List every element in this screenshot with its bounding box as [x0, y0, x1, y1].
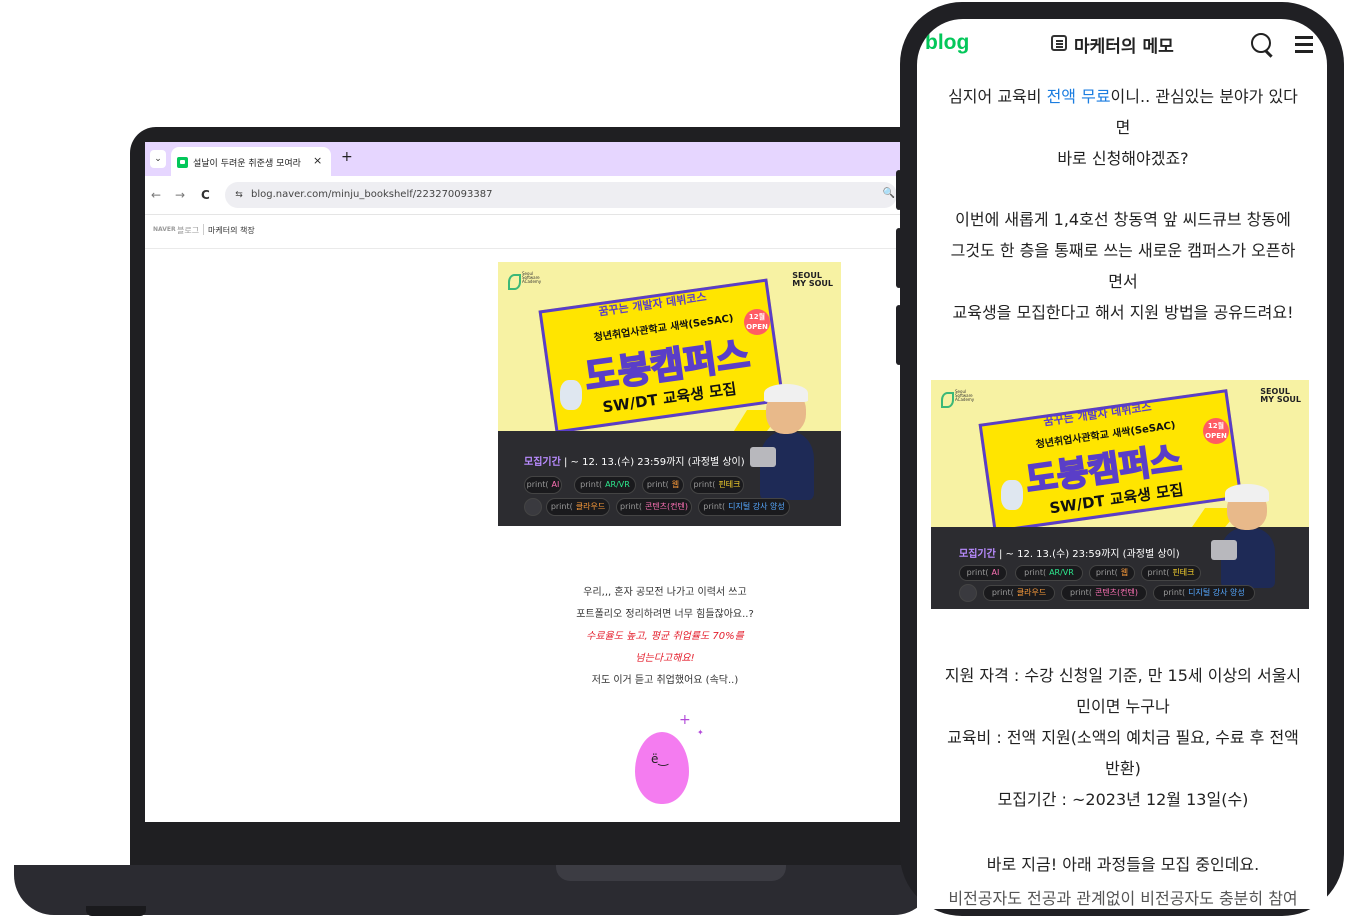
post-line: 저도 이거 듣고 취업했어요 (속닥..) — [591, 675, 739, 686]
course-pill-dot — [524, 498, 542, 516]
course-pill-content: print(콘텐츠(컨텐) — [616, 498, 692, 516]
recruit-period: 모집기간 | ~ 12. 13.(수) 23:59까지 (과정별 상이) — [524, 457, 745, 468]
browser-toolbar: ← → C ⇆ blog.naver.com/minju_bookshelf/2… — [145, 176, 905, 215]
sesac-leaf-logo-icon — [508, 274, 521, 290]
course-pill-instructor: print(디지털 강사 양성 — [698, 498, 790, 516]
post-line-highlight: 넘는다고해요! — [635, 653, 695, 664]
new-tab-button[interactable]: + — [341, 149, 353, 165]
laptop-base — [14, 865, 934, 915]
tab-title: 설날이 두려운 취준생 모여라 : — [193, 159, 303, 169]
course-pill-web: print(웹 — [642, 476, 684, 494]
post-line: 모집기간 : ~2023년 12월 13일(수) — [997, 790, 1249, 809]
course-pill-fintech: print(핀테크 — [690, 476, 744, 494]
course-pill-ai: print(AI — [959, 565, 1007, 581]
sesac-logo-text: Seoul Software ACademy — [955, 389, 975, 403]
blog-logo[interactable]: blog — [925, 31, 969, 55]
header-divider — [203, 224, 204, 235]
seoul-my-soul-logo: SEOUL MY SOUL — [792, 271, 833, 288]
chevron-down-icon[interactable]: ⌄ — [150, 150, 166, 168]
pink-mascot-sticker: ë‿ — [635, 732, 689, 804]
course-pill-instructor: print(디지털 강사 양성 — [1153, 585, 1255, 601]
post-details: 지원 자격 : 수강 신청일 기준, 만 15세 이상의 서울시 민이면 누구나… — [929, 660, 1317, 815]
post-line: 심지어 교육비 전액 무료이니.. 관심있는 분야가 있다 — [948, 87, 1298, 106]
sparkle-icon: + — [679, 712, 691, 728]
post-paragraph: 이번에 새롭게 1,4호선 창동역 앞 씨드큐브 창동에 그것도 한 층을 통째… — [929, 204, 1317, 328]
sesac-banner-image: Seoul Software ACademy SEOUL MY SOUL 꿈꾸는 개발… — [931, 380, 1309, 609]
course-pill-cloud: print(클라우드 — [546, 498, 610, 516]
site-info-icon[interactable]: ⇆ — [232, 188, 246, 202]
laptop-base-notch — [556, 865, 786, 881]
list-icon[interactable] — [1051, 35, 1067, 51]
forward-arrow-icon[interactable]: → — [175, 188, 185, 202]
open-badge: 12월 OPEN — [744, 309, 770, 335]
post-line-highlight: 수료율도 높고, 평균 취업률도 70%를 — [586, 631, 744, 642]
robot-mascot — [560, 380, 582, 410]
sesac-logo-text: Seoul Software ACademy — [522, 271, 542, 285]
course-pill-ai: print(AI — [524, 476, 562, 494]
character-laptop — [1211, 540, 1237, 560]
course-pill-fintech: print(핀테크 — [1141, 565, 1201, 581]
post-line: 교육생을 모집한다고 해서 지원 방법을 공유드려요! — [952, 303, 1294, 322]
seoul-my-soul-logo: SEOUL MY SOUL — [1260, 387, 1301, 404]
mascot-face: ë‿ — [651, 752, 669, 766]
browser-tab-bar: ⌄ 설날이 두려운 취준생 모여라 : × + — [145, 142, 905, 176]
sparkle-icon: ✦ — [697, 728, 704, 737]
post-line: 지원 자격 : 수강 신청일 기준, 만 15세 이상의 서울시 — [944, 666, 1302, 685]
post-now-recruiting: 바로 지금! 아래 과정들을 모집 중인데요. — [986, 855, 1260, 874]
blog-title[interactable]: 마케터의 책장 — [208, 225, 255, 236]
naver-blog-favicon-icon — [177, 157, 188, 168]
phone-screen: blog 마케터의 메모 심지어 교육비 전액 무료이니.. 관심있는 분야가 … — [917, 19, 1327, 909]
course-pill-web: print(웹 — [1089, 565, 1135, 581]
course-pill-arvr: print(AR/VR — [1015, 565, 1083, 581]
course-pill-arvr: print(AR/VR — [574, 476, 636, 494]
blog-header: NAVER 블로그 마케터의 책장 — [145, 214, 905, 249]
blog-title[interactable]: 마케터의 메모 — [1074, 32, 1174, 57]
back-arrow-icon[interactable]: ← — [151, 188, 161, 202]
post-line: 면 — [1115, 118, 1131, 137]
laptop-foot — [86, 906, 146, 916]
laptop-screen: ⌄ 설날이 두려운 취준생 모여라 : × + ← → C ⇆ blog.nav… — [145, 142, 905, 822]
recruit-period: 모집기간 | ~ 12. 13.(수) 23:59까지 (과정별 상이) — [959, 549, 1180, 560]
open-badge: 12월 OPEN — [1203, 418, 1229, 444]
hamburger-menu-icon[interactable] — [1295, 36, 1313, 39]
course-pill-content: print(콘텐츠(컨텐) — [1061, 585, 1147, 601]
url-text: blog.naver.com/minju_bookshelf/223270093… — [251, 189, 493, 200]
browser-tab[interactable]: 설날이 두려운 취준생 모여라 : × — [171, 147, 331, 176]
address-bar[interactable]: ⇆ blog.naver.com/minju_bookshelf/2232700… — [225, 182, 897, 208]
post-line: 교육비 : 전액 지원(소액의 예치금 필요, 수료 후 전액 — [947, 728, 1299, 747]
character-cap — [1225, 484, 1269, 502]
post-cut-line: 비전공자도 전공과 관계없이 비전공자도 충분히 참여 — [948, 889, 1298, 908]
course-pill-cloud: print(클라우드 — [983, 585, 1055, 601]
sesac-leaf-logo-icon — [941, 392, 954, 408]
post-line: 바로 신청해야겠죠? — [1057, 149, 1189, 168]
post-line: 면서 — [1108, 272, 1138, 291]
post-intro: 심지어 교육비 전액 무료이니.. 관심있는 분야가 있다 면 바로 신청해야겠… — [929, 81, 1317, 174]
character-cap — [764, 384, 808, 402]
post-line: 민이면 누구나 — [1076, 697, 1170, 716]
search-icon[interactable] — [1251, 33, 1271, 53]
blog-link[interactable]: 블로그 — [177, 225, 199, 236]
tab-close-icon[interactable]: × — [313, 154, 322, 167]
post-line: 그것도 한 층을 통째로 쓰는 새로운 캠퍼스가 오픈하 — [950, 241, 1296, 260]
post-line: 포트폴리오 정리하려면 너무 힘들잖아요..? — [576, 609, 754, 620]
post-line: 반환) — [1105, 759, 1141, 778]
naver-logo[interactable]: NAVER — [153, 226, 176, 233]
sesac-banner-image: Seoul Software ACademy SEOUL MY SOUL 꿈꾸는 개발… — [498, 262, 841, 526]
character-laptop — [750, 447, 776, 467]
post-line: 우리,,, 혼자 공모전 나가고 이력서 쓰고 — [583, 587, 747, 598]
post-body-text: 우리,,, 혼자 공모전 나가고 이력서 쓰고 포트폴리오 정리하려면 너무 힘… — [525, 582, 805, 692]
zoom-icon[interactable]: 🔍 — [883, 188, 895, 199]
post-line: 이번에 새롭게 1,4호선 창동역 앞 씨드큐브 창동에 — [955, 210, 1291, 229]
reload-icon[interactable]: C — [201, 188, 210, 202]
robot-mascot — [1001, 480, 1023, 510]
course-pill-dot — [959, 584, 977, 602]
